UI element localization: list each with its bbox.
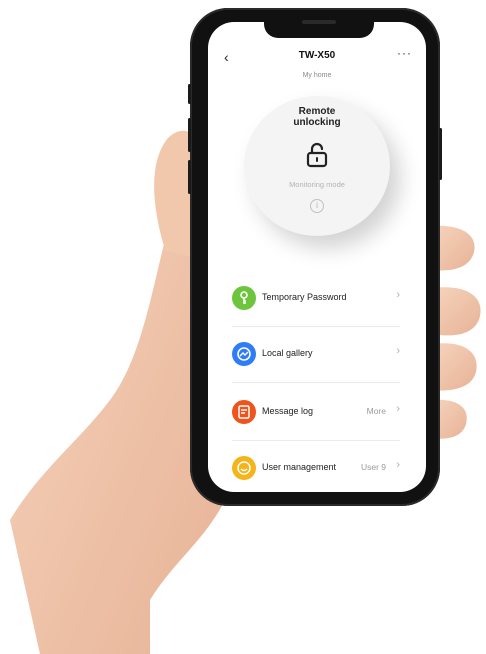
divider bbox=[232, 440, 400, 441]
gallery-icon bbox=[232, 342, 256, 366]
speaker-grille bbox=[302, 20, 336, 24]
device-title: TW-X50 bbox=[298, 50, 336, 61]
divider bbox=[232, 326, 400, 327]
chevron-right-icon: › bbox=[396, 459, 400, 471]
menu-label: Local gallery bbox=[262, 348, 313, 358]
remote-unlock-button[interactable]: Remote unlocking Monitoring mode i bbox=[244, 96, 390, 236]
unlock-title-line1: Remote bbox=[298, 106, 336, 117]
unlocked-padlock-icon bbox=[306, 142, 328, 168]
menu-right-text: More bbox=[366, 406, 386, 416]
menu-label: Temporary Password bbox=[262, 292, 347, 302]
volume-down-button bbox=[188, 160, 191, 194]
menu-item-local-gallery[interactable]: Local gallery › bbox=[232, 334, 404, 374]
side-button bbox=[188, 84, 191, 104]
unlock-title: Remote unlocking bbox=[244, 106, 390, 128]
menu-label: Message log bbox=[262, 406, 314, 416]
power-button bbox=[439, 128, 442, 180]
volume-up-button bbox=[188, 118, 191, 152]
key-icon bbox=[232, 286, 256, 310]
home-subtitle: My home bbox=[302, 72, 332, 79]
unlock-title-line2: unlocking bbox=[293, 117, 341, 128]
chevron-right-icon: › bbox=[396, 403, 400, 415]
more-dots-icon[interactable]: ··· bbox=[397, 46, 412, 60]
menu-item-user-management[interactable]: User management User 9 › bbox=[232, 448, 404, 488]
monitoring-mode-label: Monitoring mode bbox=[289, 180, 345, 189]
divider bbox=[232, 382, 400, 383]
user-icon bbox=[232, 456, 256, 480]
info-icon[interactable]: i bbox=[310, 199, 324, 213]
app-screen: ‹ TW-X50 My home ··· Remote unlocking Mo… bbox=[208, 22, 426, 492]
menu-label: User management bbox=[262, 462, 337, 472]
chevron-right-icon: › bbox=[396, 345, 400, 357]
menu-right-text: User 9 bbox=[360, 462, 386, 472]
menu-item-temporary-password[interactable]: Temporary Password › bbox=[232, 278, 404, 318]
chevron-right-icon: › bbox=[396, 289, 400, 301]
menu-item-message-log[interactable]: Message log More › bbox=[232, 392, 404, 432]
message-log-icon bbox=[232, 400, 256, 424]
